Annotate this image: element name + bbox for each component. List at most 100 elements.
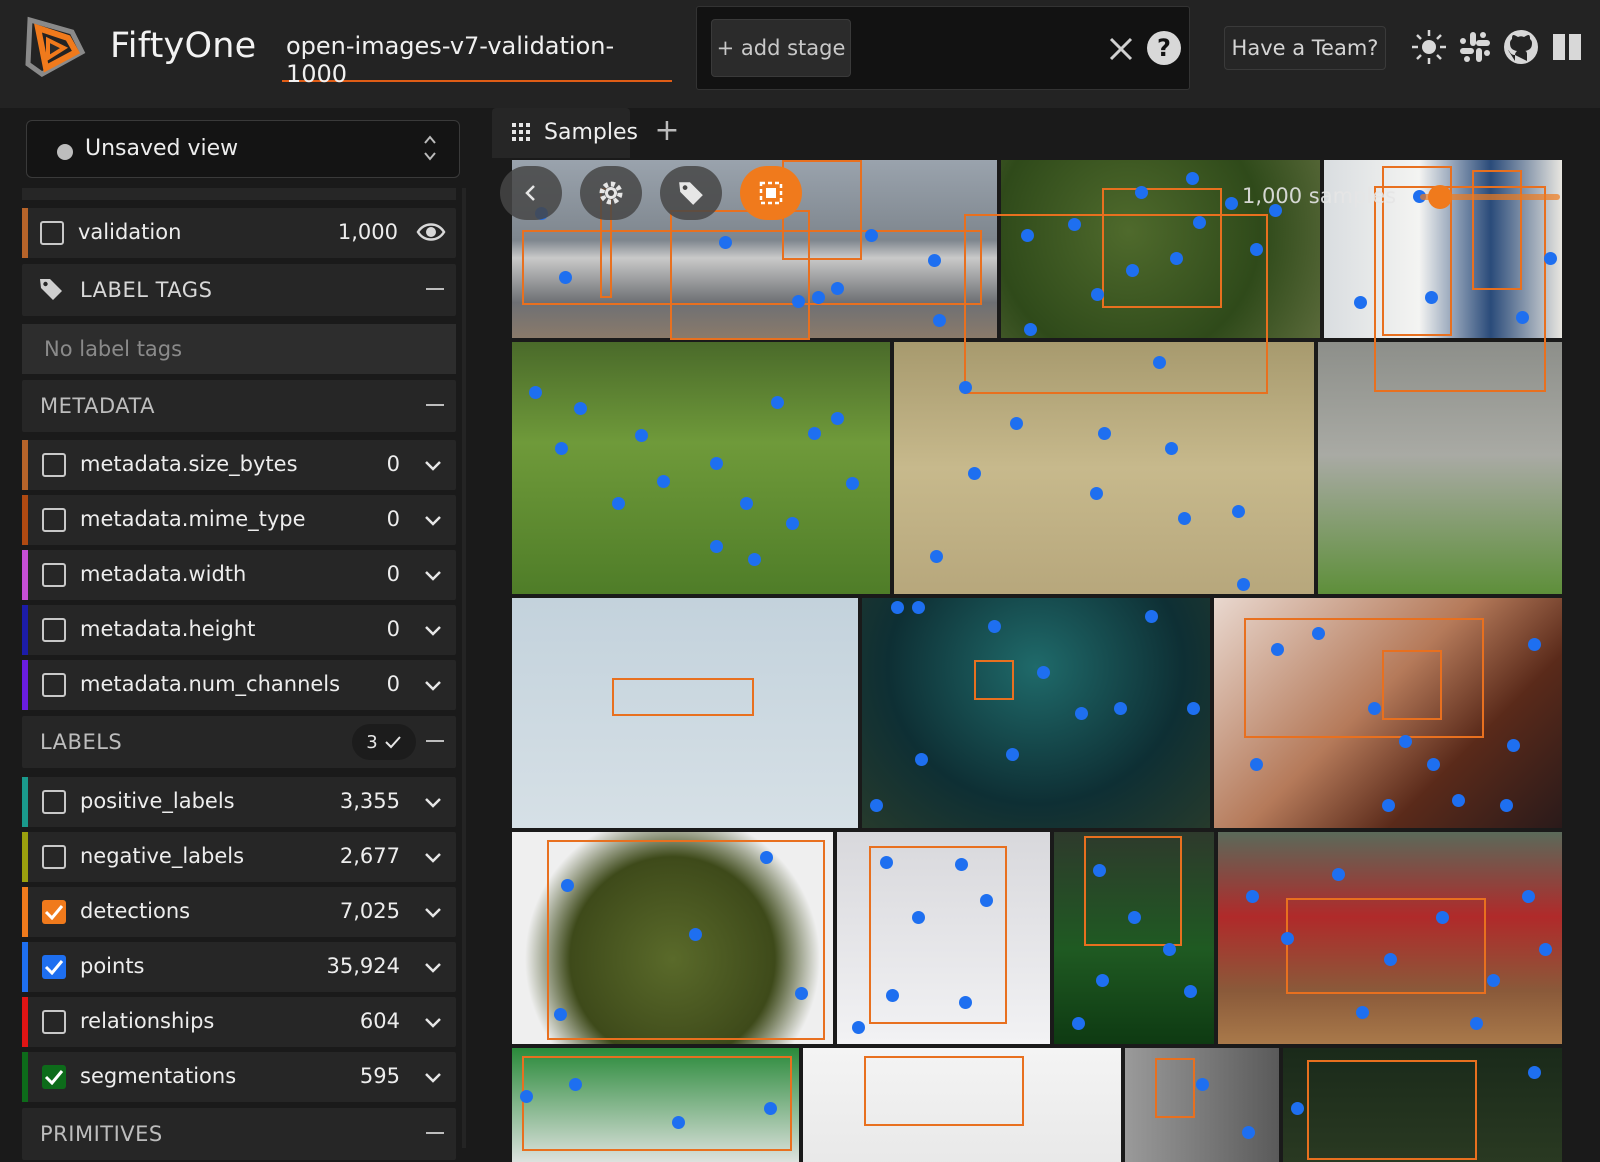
add-panel-button[interactable]: + bbox=[652, 116, 682, 146]
sample-grid[interactable] bbox=[512, 160, 1590, 1162]
chevron-down-icon[interactable] bbox=[422, 956, 444, 978]
keypoint-marker bbox=[1135, 186, 1148, 199]
collapse-icon[interactable] bbox=[426, 404, 444, 406]
field-checkbox[interactable] bbox=[42, 790, 66, 814]
section-labels[interactable]: LABELS 3 bbox=[22, 716, 456, 768]
add-stage-button[interactable]: + add stage bbox=[711, 19, 851, 77]
keypoint-marker bbox=[635, 429, 648, 442]
selection-mode-button[interactable] bbox=[740, 166, 802, 220]
field-checkbox[interactable] bbox=[42, 1065, 66, 1089]
slack-icon[interactable] bbox=[1456, 28, 1494, 66]
sample-thumbnail[interactable] bbox=[862, 598, 1210, 828]
keypoint-marker bbox=[891, 601, 904, 614]
keypoint-marker bbox=[1507, 739, 1520, 752]
sample-thumbnail[interactable] bbox=[1125, 1048, 1279, 1162]
section-primitives[interactable]: PRIMITIVES bbox=[22, 1108, 456, 1160]
sidebar-scrollbar[interactable] bbox=[462, 188, 466, 1148]
sidebar-row-field[interactable]: metadata.num_channels 0 bbox=[22, 660, 456, 710]
chevron-down-icon[interactable] bbox=[422, 1066, 444, 1088]
keypoint-marker bbox=[968, 467, 981, 480]
field-checkbox[interactable] bbox=[42, 563, 66, 587]
keypoint-marker bbox=[1090, 487, 1103, 500]
docs-icon[interactable] bbox=[1548, 28, 1586, 66]
tag-icon bbox=[679, 182, 703, 205]
dataset-selector[interactable]: open-images-v7-validation-1000 bbox=[282, 32, 672, 88]
clear-view-icon[interactable] bbox=[1101, 29, 1141, 69]
back-button[interactable] bbox=[500, 166, 562, 220]
field-color-bar bbox=[22, 997, 28, 1047]
detection-box bbox=[522, 1056, 792, 1151]
field-checkbox[interactable] bbox=[42, 955, 66, 979]
sidebar-row-field[interactable]: negative_labels 2,677 bbox=[22, 832, 456, 882]
keypoint-marker bbox=[771, 396, 784, 409]
field-label: relationships bbox=[80, 1009, 215, 1033]
section-label-tags[interactable]: LABEL TAGS bbox=[22, 264, 456, 316]
sidebar-row-field[interactable]: segmentations 595 bbox=[22, 1052, 456, 1102]
help-icon[interactable]: ? bbox=[1147, 31, 1181, 65]
chevron-down-icon[interactable] bbox=[422, 791, 444, 813]
sample-thumbnail[interactable] bbox=[512, 342, 890, 594]
detection-box bbox=[1084, 836, 1182, 946]
sidebar-row-field[interactable]: metadata.width 0 bbox=[22, 550, 456, 600]
field-checkbox[interactable] bbox=[42, 508, 66, 532]
field-checkbox[interactable] bbox=[42, 1010, 66, 1034]
sidebar-row-field[interactable]: metadata.size_bytes 0 bbox=[22, 440, 456, 490]
keypoint-marker bbox=[1184, 985, 1197, 998]
chevron-down-icon[interactable] bbox=[422, 1011, 444, 1033]
section-metadata[interactable]: METADATA bbox=[22, 380, 456, 432]
keypoint-marker bbox=[520, 1090, 533, 1103]
have-a-team-button[interactable]: Have a Team? bbox=[1224, 26, 1386, 70]
view-status-dot bbox=[57, 144, 73, 160]
chevron-down-icon[interactable] bbox=[422, 619, 444, 641]
keypoint-marker bbox=[812, 291, 825, 304]
field-checkbox[interactable] bbox=[42, 845, 66, 869]
chevron-down-icon[interactable] bbox=[422, 564, 444, 586]
collapse-icon[interactable] bbox=[426, 740, 444, 742]
validation-checkbox[interactable] bbox=[40, 221, 64, 245]
chevron-down-icon[interactable] bbox=[422, 901, 444, 923]
collapse-icon[interactable] bbox=[426, 1132, 444, 1134]
keypoint-marker bbox=[555, 442, 568, 455]
keypoint-marker bbox=[930, 550, 943, 563]
eye-icon[interactable] bbox=[416, 220, 446, 244]
detection-box bbox=[1374, 186, 1546, 392]
theme-toggle-icon[interactable] bbox=[1410, 28, 1448, 66]
sidebar-row-field[interactable]: points 35,924 bbox=[22, 942, 456, 992]
field-checkbox[interactable] bbox=[42, 900, 66, 924]
keypoint-marker bbox=[1178, 512, 1191, 525]
chevron-down-icon[interactable] bbox=[422, 454, 444, 476]
collapse-icon[interactable] bbox=[426, 288, 444, 290]
field-color-bar bbox=[22, 605, 28, 655]
keypoint-marker bbox=[1072, 1017, 1085, 1030]
keypoint-marker bbox=[1232, 505, 1245, 518]
sidebar-row-field[interactable]: detections 7,025 bbox=[22, 887, 456, 937]
view-selector[interactable]: Unsaved view bbox=[26, 120, 460, 178]
field-checkbox[interactable] bbox=[42, 453, 66, 477]
sidebar-row-field[interactable]: positive_labels 3,355 bbox=[22, 777, 456, 827]
chevron-down-icon[interactable] bbox=[422, 509, 444, 531]
settings-button[interactable] bbox=[580, 166, 642, 220]
fiftyone-logo-icon[interactable] bbox=[20, 12, 88, 80]
github-icon[interactable] bbox=[1502, 28, 1540, 66]
detection-box bbox=[547, 840, 825, 1040]
keypoint-marker bbox=[657, 475, 670, 488]
chevron-down-icon[interactable] bbox=[422, 674, 444, 696]
field-label: metadata.num_channels bbox=[80, 672, 341, 696]
sidebar-row-field[interactable]: metadata.mime_type 0 bbox=[22, 495, 456, 545]
sidebar-row-field[interactable]: relationships 604 bbox=[22, 997, 456, 1047]
field-checkbox[interactable] bbox=[42, 673, 66, 697]
labels-count-badge[interactable]: 3 bbox=[352, 724, 416, 760]
field-count: 3,355 bbox=[339, 789, 400, 813]
section-title: LABEL TAGS bbox=[80, 278, 213, 302]
tab-samples[interactable]: Samples bbox=[492, 108, 638, 158]
sidebar-row-field[interactable]: metadata.height 0 bbox=[22, 605, 456, 655]
zoom-slider[interactable] bbox=[1420, 184, 1570, 210]
field-count: 0 bbox=[386, 617, 400, 641]
keypoint-marker bbox=[870, 799, 883, 812]
tag-button[interactable] bbox=[660, 166, 722, 220]
sidebar-row-validation[interactable]: validation 1,000 bbox=[22, 208, 456, 258]
detection-box bbox=[612, 678, 754, 716]
detection-box bbox=[1286, 898, 1486, 994]
chevron-down-icon[interactable] bbox=[422, 846, 444, 868]
field-checkbox[interactable] bbox=[42, 618, 66, 642]
